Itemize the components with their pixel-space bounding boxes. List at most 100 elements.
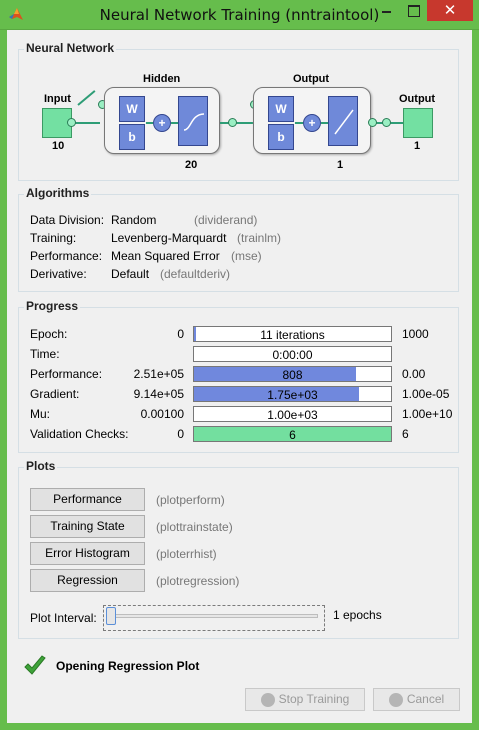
output-weight-box: W: [268, 96, 294, 122]
progress-current-value: 1.00e+03: [267, 408, 318, 422]
window-frame-left: [0, 30, 7, 730]
progress-current-value: 11 iterations: [260, 328, 325, 342]
progress-bar: 808: [193, 366, 392, 382]
purelin-icon: [334, 109, 354, 135]
progress-end-value: 1.00e+10: [402, 407, 453, 421]
wire-hidden-output: [220, 122, 254, 124]
slider-rail: [110, 614, 318, 618]
hidden-sum-node: +: [153, 114, 171, 132]
connector-dot: [368, 118, 377, 127]
progress-bar: 11 iterations: [193, 326, 392, 342]
cancel-icon: [388, 692, 403, 707]
network-section-title: Neural Network: [24, 41, 117, 55]
output-label: Output: [399, 93, 436, 105]
progress-end-value: 1.00e-05: [402, 387, 450, 401]
algorithm-value: Levenberg-Marquardt: [111, 231, 227, 245]
wire-hidden-sum: [146, 122, 153, 124]
progress-label: Validation Checks:: [30, 427, 129, 441]
hidden-weight-box: W: [119, 96, 145, 122]
stop-training-label: Stop Training: [278, 692, 350, 706]
algorithm-label: Derivative:: [30, 267, 87, 281]
progress-start-value: 0: [177, 427, 184, 441]
plot-function: (plotperform): [156, 493, 225, 507]
progress-end-value: 1000: [402, 327, 429, 341]
window-frame-right: [472, 30, 479, 730]
input-label: Input: [44, 93, 71, 105]
algorithm-label: Performance:: [30, 249, 103, 263]
progress-bar: 1.00e+03: [193, 406, 392, 422]
cancel-button[interactable]: Cancel: [373, 688, 460, 711]
maximize-button[interactable]: [400, 0, 427, 21]
progress-start-value: 2.51e+05: [133, 367, 184, 381]
status-text: Opening Regression Plot: [56, 659, 200, 673]
algorithm-function: (dividerand): [194, 213, 258, 227]
minimize-button[interactable]: [373, 0, 400, 21]
cancel-label: Cancel: [406, 692, 445, 706]
output-node: [403, 108, 433, 138]
plot-interval-label: Plot Interval:: [30, 611, 97, 625]
progress-start-value: 0: [177, 327, 184, 341]
progress-end-value: 6: [402, 427, 409, 441]
progress-bar: 6: [193, 426, 392, 442]
plots-section-title: Plots: [24, 459, 58, 473]
wire-input-hidden: [72, 122, 100, 124]
connector-dot: [67, 118, 76, 127]
plot-button-training-state[interactable]: Training State: [30, 515, 145, 538]
plot-button-performance[interactable]: Performance: [30, 488, 145, 511]
progress-current-value: 1.75e+03: [267, 388, 318, 402]
output-transfer-box: [328, 96, 358, 146]
tansig-icon: [183, 113, 205, 131]
progress-bar: 1.75e+03: [193, 386, 392, 402]
algorithms-section-title: Algorithms: [24, 186, 92, 200]
progress-label: Epoch:: [30, 327, 68, 341]
slider-thumb[interactable]: [106, 607, 116, 625]
progress-start-value: 0.00100: [140, 407, 184, 421]
close-button[interactable]: ✕: [427, 0, 473, 21]
network-panel: Neural Network: [18, 41, 459, 181]
output-layer-size: 1: [337, 159, 344, 171]
output-layer-label: Output: [293, 73, 330, 85]
progress-section-title: Progress: [24, 299, 81, 313]
progress-label: Time:: [30, 347, 60, 361]
plot-function: (plottrainstate): [156, 520, 233, 534]
input-size: 10: [52, 140, 65, 152]
wire-output-sum: [295, 122, 303, 124]
progress-current-value: 808: [282, 368, 303, 382]
algorithm-value: Default: [111, 267, 150, 281]
plot-function: (plotregression): [156, 574, 240, 588]
algorithm-label: Training:: [30, 231, 77, 245]
algorithm-value: Mean Squared Error: [111, 249, 220, 263]
plot-button-error-histogram[interactable]: Error Histogram: [30, 542, 145, 565]
hidden-bias-box: b: [119, 124, 145, 150]
progress-start-value: 9.14e+05: [133, 387, 184, 401]
output-size: 1: [414, 140, 421, 152]
algorithm-function: (mse): [231, 249, 262, 263]
progress-current-value: 6: [289, 428, 296, 442]
hidden-size: 20: [185, 159, 198, 171]
progress-bar: 0:00:00: [193, 346, 392, 362]
plot-interval-value: 1 epochs: [333, 608, 382, 622]
connector-dot: [228, 118, 237, 127]
output-bias-box: b: [268, 124, 294, 150]
output-sum-node: +: [303, 114, 321, 132]
plot-interval-slider[interactable]: [103, 605, 325, 631]
stop-training-button[interactable]: Stop Training: [245, 688, 365, 711]
hidden-transfer-box: [178, 96, 208, 146]
progress-current-value: 0:00:00: [272, 348, 313, 362]
stop-icon: [260, 692, 275, 707]
plot-button-regression[interactable]: Regression: [30, 569, 145, 592]
algorithm-value: Random: [111, 213, 157, 227]
algorithm-function: (defaultderiv): [160, 267, 231, 281]
title-bar[interactable]: Neural Network Training (nntraintool) ✕: [0, 0, 479, 30]
progress-label: Gradient:: [30, 387, 80, 401]
connector-dot: [382, 118, 391, 127]
progress-label: Mu:: [30, 407, 51, 421]
checkmark-icon: [23, 655, 47, 680]
hidden-label: Hidden: [143, 73, 181, 85]
algorithm-label: Data Division:: [30, 213, 105, 227]
window-frame-bottom: [0, 723, 479, 730]
algorithm-function: (trainlm): [237, 231, 281, 245]
plot-function: (ploterrhist): [156, 547, 217, 561]
progress-label: Performance:: [30, 367, 103, 381]
close-icon: ✕: [443, 1, 457, 19]
